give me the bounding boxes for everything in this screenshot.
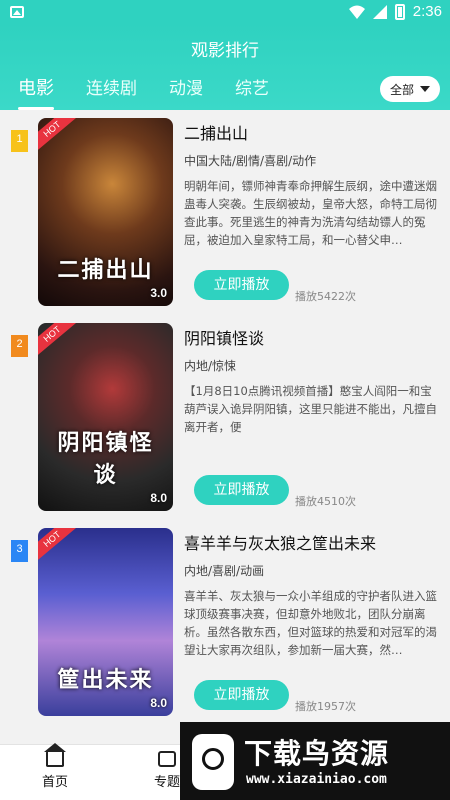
movie-description: 明朝年间，镖师神青奉命押解生辰纲，途中遭迷烟蛊毒人突袭。生辰纲被劫，皇帝大怒，命… — [184, 179, 437, 247]
movie-info: 二捕出山 中国大陆/剧情/喜剧/动作 明朝年间，镖师神青奉命押解生辰纲，途中遭迷… — [184, 120, 440, 249]
movie-title[interactable]: 喜羊羊与灰太狼之筐出未来 — [184, 530, 440, 554]
movie-description: 【1月8日10点腾讯视频首播】憨宝人阎阳一和宝葫芦误入诡异阴阳镇，这里只能进不能… — [184, 384, 437, 434]
tab-series[interactable]: 连续剧 — [86, 74, 137, 110]
list-item[interactable]: 3 HOT 筐出未来 8.0 喜羊羊与灰太狼之筐出未来 内地/喜剧/动画 喜羊羊… — [0, 520, 450, 725]
watermark-url: www.xiazainiao.com — [246, 772, 387, 787]
list-item[interactable]: 1 HOT 二捕出山 3.0 二捕出山 中国大陆/剧情/喜剧/动作 明朝年间，镖… — [0, 110, 450, 315]
play-button[interactable]: 立即播放 — [194, 475, 289, 505]
poster-title: 阴阳镇怪谈 — [57, 431, 154, 488]
watermark-overlay: 下载鸟资源 www.xiazainiao.com — [180, 722, 450, 800]
image-notification-icon — [10, 6, 24, 18]
movie-info: 喜羊羊与灰太狼之筐出未来 内地/喜剧/动画 喜羊羊、灰太狼与一众小羊组成的守护者… — [184, 530, 440, 659]
tab-movie[interactable]: 电影 — [18, 74, 54, 110]
wifi-icon — [348, 5, 365, 19]
battery-icon — [394, 3, 405, 20]
signal-icon — [372, 4, 387, 19]
rating-score: 8.0 — [150, 491, 167, 505]
nav-topic-label: 专题 — [153, 775, 180, 790]
watermark-text: 下载鸟资源 — [244, 737, 390, 770]
page-title: 观影排行 — [191, 41, 259, 61]
poster-image[interactable]: HOT 阴阳镇怪谈 8.0 — [38, 323, 173, 511]
movie-genre: 内地/喜剧/动画 — [184, 564, 265, 578]
category-tabs: 电影 连续剧 动漫 综艺 — [18, 74, 301, 110]
poster-image[interactable]: HOT 二捕出山 3.0 — [38, 118, 173, 306]
poster-title: 二捕出山 — [57, 258, 154, 283]
movie-info: 阴阳镇怪谈 内地/惊悚 【1月8日10点腾讯视频首播】憨宝人阎阳一和宝葫芦误入诡… — [184, 325, 440, 454]
poster-image[interactable]: HOT 筐出未来 8.0 — [38, 528, 173, 716]
rank-badge: 3 — [11, 540, 28, 562]
filter-label: 全部 — [389, 82, 414, 97]
status-bar: 2:36 — [0, 0, 450, 24]
home-icon — [44, 743, 66, 767]
rank-badge: 1 — [11, 130, 28, 152]
rank-badge: 2 — [11, 335, 28, 357]
list-item[interactable]: 2 HOT 阴阳镇怪谈 8.0 阴阳镇怪谈 内地/惊悚 【1月8日10点腾讯视频… — [0, 315, 450, 520]
movie-description: 喜羊羊、灰太狼与一众小羊组成的守护者队进入篮球顶级赛事决赛，但却意外地败北，团队… — [184, 589, 437, 657]
tab-variety[interactable]: 综艺 — [235, 74, 269, 110]
poster-title: 筐出未来 — [57, 668, 154, 693]
hot-badge: HOT — [38, 323, 78, 358]
play-button[interactable]: 立即播放 — [194, 680, 289, 710]
play-count: 播放4510次 — [295, 495, 356, 508]
play-count: 播放5422次 — [295, 290, 356, 303]
play-button[interactable]: 立即播放 — [194, 270, 289, 300]
rating-score: 8.0 — [150, 696, 167, 710]
watermark-logo-icon — [192, 734, 234, 790]
hot-badge: HOT — [38, 528, 78, 563]
movie-title[interactable]: 二捕出山 — [184, 120, 440, 144]
ranking-list: 1 HOT 二捕出山 3.0 二捕出山 中国大陆/剧情/喜剧/动作 明朝年间，镖… — [0, 110, 450, 744]
rating-score: 3.0 — [150, 286, 167, 300]
clock: 2:36 — [412, 3, 442, 20]
hot-badge: HOT — [38, 118, 78, 153]
movie-genre: 内地/惊悚 — [184, 359, 237, 373]
movie-genre: 中国大陆/剧情/喜剧/动作 — [184, 154, 317, 168]
nav-home[interactable]: 首页 — [20, 743, 90, 790]
header: 观影排行 电影 连续剧 动漫 综艺 全部 — [0, 24, 450, 110]
topic-icon — [158, 751, 176, 767]
movie-title[interactable]: 阴阳镇怪谈 — [184, 325, 440, 349]
tab-anime[interactable]: 动漫 — [169, 74, 203, 110]
nav-home-label: 首页 — [41, 775, 68, 790]
filter-dropdown[interactable]: 全部 — [380, 76, 440, 102]
play-count: 播放1957次 — [295, 700, 356, 713]
caret-down-icon — [420, 86, 430, 92]
